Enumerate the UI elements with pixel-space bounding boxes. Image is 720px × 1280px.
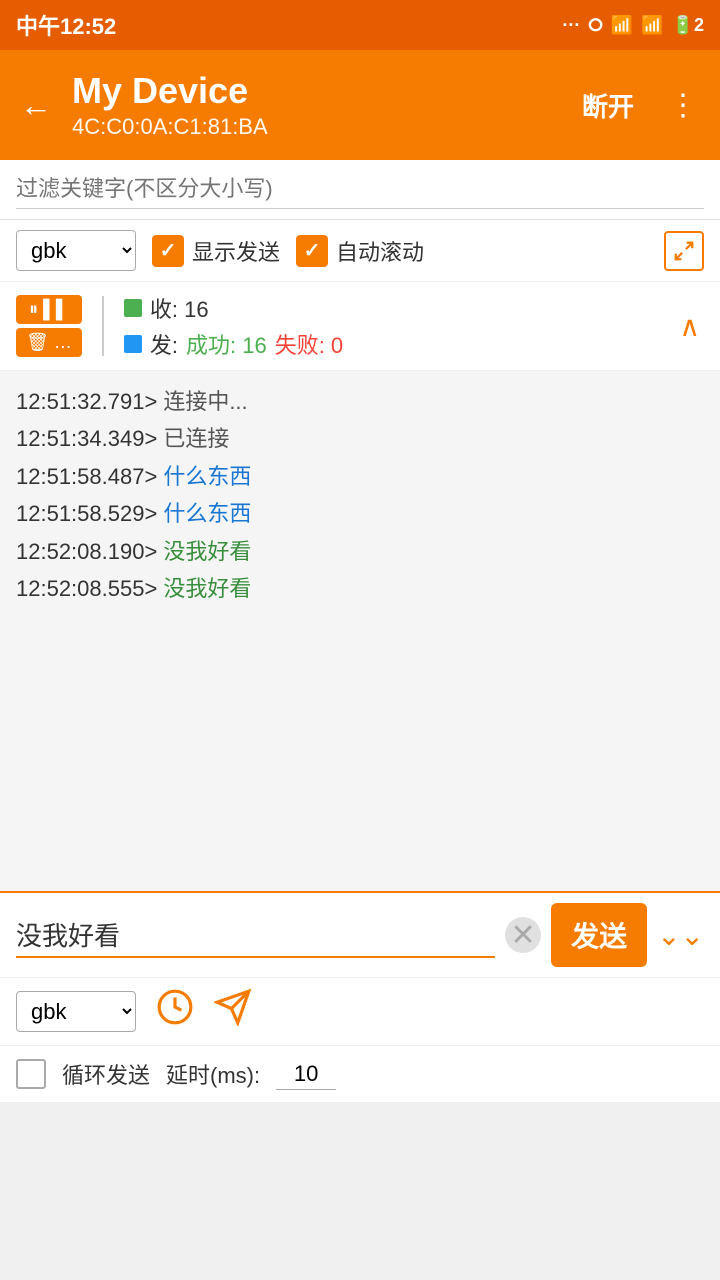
collapse-button[interactable]: ∧ [676,306,705,347]
encoding-select-top[interactable]: gbk utf-8 ascii [16,230,136,271]
stats-buttons: ⏸ ▌▌ 🗑 … [16,295,82,357]
log-timestamp: 12:52:08.190> [16,533,157,570]
encoding-select-bottom[interactable]: gbk utf-8 ascii [16,991,136,1032]
stats-bar: ⏸ ▌▌ 🗑 … 收: 16 发: 成功: 16 失败: 0 ∧ [0,282,720,371]
message-input[interactable] [16,913,495,958]
filter-bar [0,160,720,220]
filter-input[interactable] [16,170,704,209]
battery-icon: 🔋2 [672,15,704,36]
header-title-block: My Device 4C:C0:0A:C1:81:BA [72,70,554,140]
log-message: 什么东西 [163,458,251,495]
expand-down-button[interactable]: ⌄⌄ [657,919,704,952]
auto-scroll-group: ✓ 自动滚动 [296,235,424,267]
fail-count: 失败: 0 [275,328,343,360]
menu-button[interactable]: ⋮ [662,82,704,129]
fullscreen-button[interactable] [664,231,704,271]
log-line: 12:51:58.487> 什么东西 [16,458,704,495]
show-send-label: 显示发送 [192,235,280,267]
back-button[interactable]: ← [16,83,56,128]
bluetooth-icon: ⭘ [588,15,602,36]
log-message: 什么东西 [163,495,251,532]
success-count: 成功: 16 [186,328,267,360]
device-address: 4C:C0:0A:C1:81:BA [72,114,554,140]
send-stats: 发: 成功: 16 失败: 0 [124,328,664,360]
log-message: 连接中... [163,383,247,420]
pause-button[interactable]: ⏸ ▌▌ [16,295,82,324]
recv-stats: 收: 16 [124,292,664,324]
delay-label: 延时(ms): [166,1058,260,1090]
delay-input[interactable] [276,1059,336,1090]
auto-scroll-label: 自动滚动 [336,235,424,267]
show-send-checkbox[interactable]: ✓ [152,235,184,267]
log-timestamp: 12:51:58.529> [16,495,157,532]
log-area: 12:51:32.791> 连接中...12:51:34.349> 已连接12:… [0,371,720,891]
log-timestamp: 12:51:32.791> [16,383,157,420]
loop-send-checkbox[interactable] [16,1059,46,1089]
log-line: 12:51:58.529> 什么东西 [16,495,704,532]
stats-info: 收: 16 发: 成功: 16 失败: 0 [124,292,664,360]
log-timestamp: 12:51:34.349> [16,420,157,457]
page-title: My Device [72,70,554,112]
log-line: 12:51:34.349> 已连接 [16,420,704,457]
send-label: 发: [150,328,178,360]
send-indicator [124,335,142,353]
disconnect-button[interactable]: 断开 [570,81,646,130]
status-time: 中午12:52 [16,9,116,41]
clear-input-button[interactable]: ✕ [505,917,541,953]
recv-count: 收: 16 [150,292,209,324]
dots-icon: ··· [562,15,580,36]
log-line: 12:51:32.791> 连接中... [16,383,704,420]
stats-divider [102,296,104,356]
log-line: 12:52:08.190> 没我好看 [16,533,704,570]
status-bar: 中午12:52 ··· ⭘ 📶 📶 🔋2 [0,0,720,50]
log-timestamp: 12:52:08.555> [16,570,157,607]
send-icon-button[interactable] [214,988,252,1035]
log-line: 12:52:08.555> 没我好看 [16,570,704,607]
log-message: 已连接 [163,420,229,457]
loop-send-label: 循环发送 [62,1058,150,1090]
clear-button[interactable]: 🗑 … [16,328,82,357]
bottom-controls: gbk utf-8 ascii [0,977,720,1045]
loop-send-bar: 循环发送 延时(ms): [0,1045,720,1102]
log-timestamp: 12:51:58.487> [16,458,157,495]
history-button[interactable] [156,988,194,1035]
wifi-icon: 📶 [641,15,663,36]
header: ← My Device 4C:C0:0A:C1:81:BA 断开 ⋮ [0,50,720,160]
log-message: 没我好看 [163,570,251,607]
show-send-group: ✓ 显示发送 [152,235,280,267]
send-button[interactable]: 发送 [551,903,647,967]
status-icons: ··· ⭘ 📶 📶 🔋2 [562,15,704,36]
auto-scroll-checkbox[interactable]: ✓ [296,235,328,267]
bottom-input-area: ✕ 发送 ⌄⌄ [0,891,720,977]
controls-bar: gbk utf-8 ascii ✓ 显示发送 ✓ 自动滚动 [0,220,720,282]
signal-icon: 📶 [611,15,633,36]
recv-indicator [124,299,142,317]
log-message: 没我好看 [163,533,251,570]
